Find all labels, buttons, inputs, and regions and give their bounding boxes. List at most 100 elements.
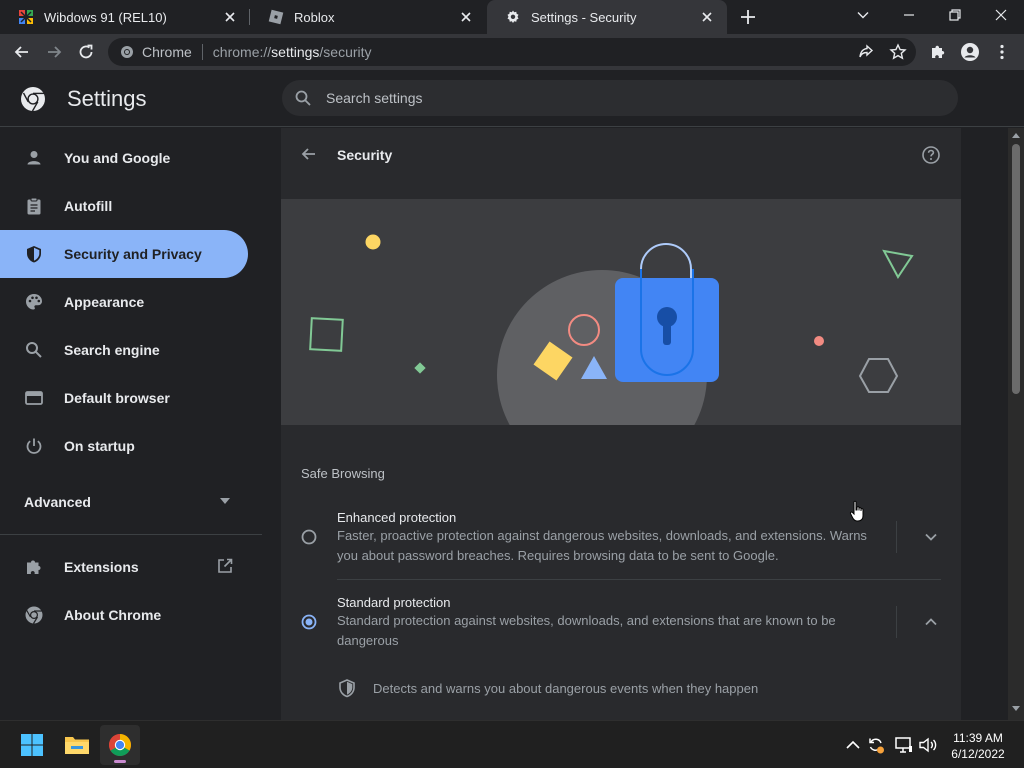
sync-warning-icon[interactable] xyxy=(866,735,886,755)
sidebar-advanced-toggle[interactable]: Advanced xyxy=(0,478,248,526)
folder-icon xyxy=(65,737,89,754)
active-app-indicator xyxy=(114,760,126,763)
option-description: Faster, proactive protection against dan… xyxy=(337,528,867,563)
detail-text: Detects and warns you about dangerous ev… xyxy=(373,680,759,696)
security-hero-illustration xyxy=(281,199,961,425)
open-in-new-icon xyxy=(218,558,233,573)
tab-title: Roblox xyxy=(294,9,335,25)
close-icon xyxy=(995,9,1007,21)
security-card: Security Safe Browsing Enhanced protecti… xyxy=(281,128,961,720)
clock-date: 6/12/2022 xyxy=(951,747,1005,761)
settings-sidebar: You and Google Autofill Security and Pri… xyxy=(0,128,262,720)
page-title: Settings xyxy=(67,86,147,111)
shield-icon xyxy=(339,679,355,698)
reload-button[interactable] xyxy=(74,40,98,64)
wibdows-favicon-icon xyxy=(19,10,33,24)
option-divider xyxy=(896,606,897,638)
volume-icon[interactable] xyxy=(918,735,938,755)
site-chip-label: Chrome xyxy=(142,44,192,60)
system-clock[interactable]: 11:39 AM 6/12/2022 xyxy=(940,730,1016,762)
scroll-up-arrow-icon[interactable] xyxy=(1012,132,1020,138)
palette-icon xyxy=(26,294,42,310)
options-divider xyxy=(337,579,941,580)
subpage-title: Security xyxy=(337,147,393,163)
restore-icon xyxy=(949,9,961,21)
bookmark-button[interactable] xyxy=(886,40,910,64)
search-icon xyxy=(26,342,42,358)
arrow-left-icon[interactable] xyxy=(299,144,319,164)
sidebar-item-security-and-privacy[interactable]: Security and Privacy xyxy=(0,230,248,278)
file-explorer-button[interactable] xyxy=(57,725,97,765)
help-icon[interactable] xyxy=(921,145,941,165)
arrow-left-icon xyxy=(14,46,28,58)
scroll-down-arrow-icon[interactable] xyxy=(1012,706,1020,712)
chrome-taskbar-button[interactable] xyxy=(100,725,140,765)
tab-roblox[interactable]: Roblox xyxy=(250,0,486,34)
chevron-up-icon[interactable] xyxy=(921,612,941,632)
kebab-menu-icon xyxy=(1000,44,1004,60)
radio-button-checked[interactable] xyxy=(301,614,317,630)
network-monitor-icon[interactable] xyxy=(894,735,914,755)
share-button[interactable] xyxy=(854,40,878,64)
back-button[interactable] xyxy=(10,40,34,64)
start-button[interactable] xyxy=(12,725,52,765)
tab-title: Wibdows 91 (REL10) xyxy=(44,9,167,25)
clipboard-icon xyxy=(27,197,41,215)
standard-protection-option[interactable]: Standard protection Standard protection … xyxy=(281,587,961,651)
restore-button[interactable] xyxy=(932,0,978,30)
tab-wibdows[interactable]: Wibdows 91 (REL10) xyxy=(0,0,250,34)
safe-browsing-section-title: Safe Browsing xyxy=(301,466,385,481)
forward-button[interactable] xyxy=(42,40,66,64)
sidebar-item-label: Autofill xyxy=(64,198,113,214)
roblox-favicon-icon xyxy=(268,9,284,25)
option-title: Standard protection xyxy=(337,595,451,610)
sidebar-item-label: Extensions xyxy=(64,559,139,575)
lock-illustration xyxy=(309,234,914,425)
extensions-toolbar-button[interactable] xyxy=(926,40,950,64)
close-icon[interactable] xyxy=(699,9,715,25)
standard-protection-detail: Detects and warns you about dangerous ev… xyxy=(337,678,937,698)
close-icon[interactable] xyxy=(458,9,474,25)
search-settings-box[interactable] xyxy=(282,80,958,116)
chrome-logo-icon xyxy=(121,46,133,58)
sidebar-item-label: Security and Privacy xyxy=(64,246,202,262)
reload-icon xyxy=(79,44,93,59)
sidebar-item-search-engine[interactable]: Search engine xyxy=(0,326,248,374)
caret-down-icon xyxy=(220,498,230,504)
chevron-up-icon[interactable] xyxy=(843,735,863,755)
tab-settings-security[interactable]: Settings - Security xyxy=(487,0,727,34)
menu-button[interactable] xyxy=(990,40,1014,64)
new-tab-plus-icon[interactable] xyxy=(738,7,758,27)
page-scrollbar[interactable] xyxy=(1008,128,1024,720)
radio-button-unchecked[interactable] xyxy=(301,529,317,545)
sidebar-item-on-startup[interactable]: On startup xyxy=(0,422,248,470)
minimize-icon xyxy=(904,14,914,16)
browser-window-icon xyxy=(25,391,43,405)
chevron-down-icon[interactable] xyxy=(921,527,941,547)
close-icon[interactable] xyxy=(222,9,238,25)
sidebar-item-label: About Chrome xyxy=(64,607,162,623)
tab-search-button[interactable] xyxy=(840,0,886,30)
chrome-logo-icon xyxy=(109,734,131,756)
profile-button[interactable] xyxy=(958,40,982,64)
advanced-label: Advanced xyxy=(24,494,91,510)
omnibox-divider xyxy=(201,44,203,60)
url-path: /security xyxy=(319,44,372,60)
sidebar-item-you-and-google[interactable]: You and Google xyxy=(0,134,248,182)
option-title: Enhanced protection xyxy=(337,510,457,525)
close-window-button[interactable] xyxy=(978,0,1024,30)
sidebar-item-appearance[interactable]: Appearance xyxy=(0,278,248,326)
sidebar-item-extensions[interactable]: Extensions xyxy=(0,543,248,591)
clock-time: 11:39 AM xyxy=(953,731,1003,745)
address-bar[interactable]: Chrome chrome://settings/security xyxy=(108,38,916,66)
sidebar-item-label: Search engine xyxy=(64,342,160,358)
minimize-button[interactable] xyxy=(886,0,932,30)
sidebar-item-autofill[interactable]: Autofill xyxy=(0,182,248,230)
puzzle-icon xyxy=(27,560,41,574)
search-input[interactable] xyxy=(326,90,906,106)
sidebar-item-about-chrome[interactable]: About Chrome xyxy=(0,591,248,639)
chrome-logo-icon xyxy=(21,87,45,112)
scrollbar-thumb[interactable] xyxy=(1012,144,1020,394)
sidebar-item-default-browser[interactable]: Default browser xyxy=(0,374,248,422)
person-icon xyxy=(27,151,41,165)
